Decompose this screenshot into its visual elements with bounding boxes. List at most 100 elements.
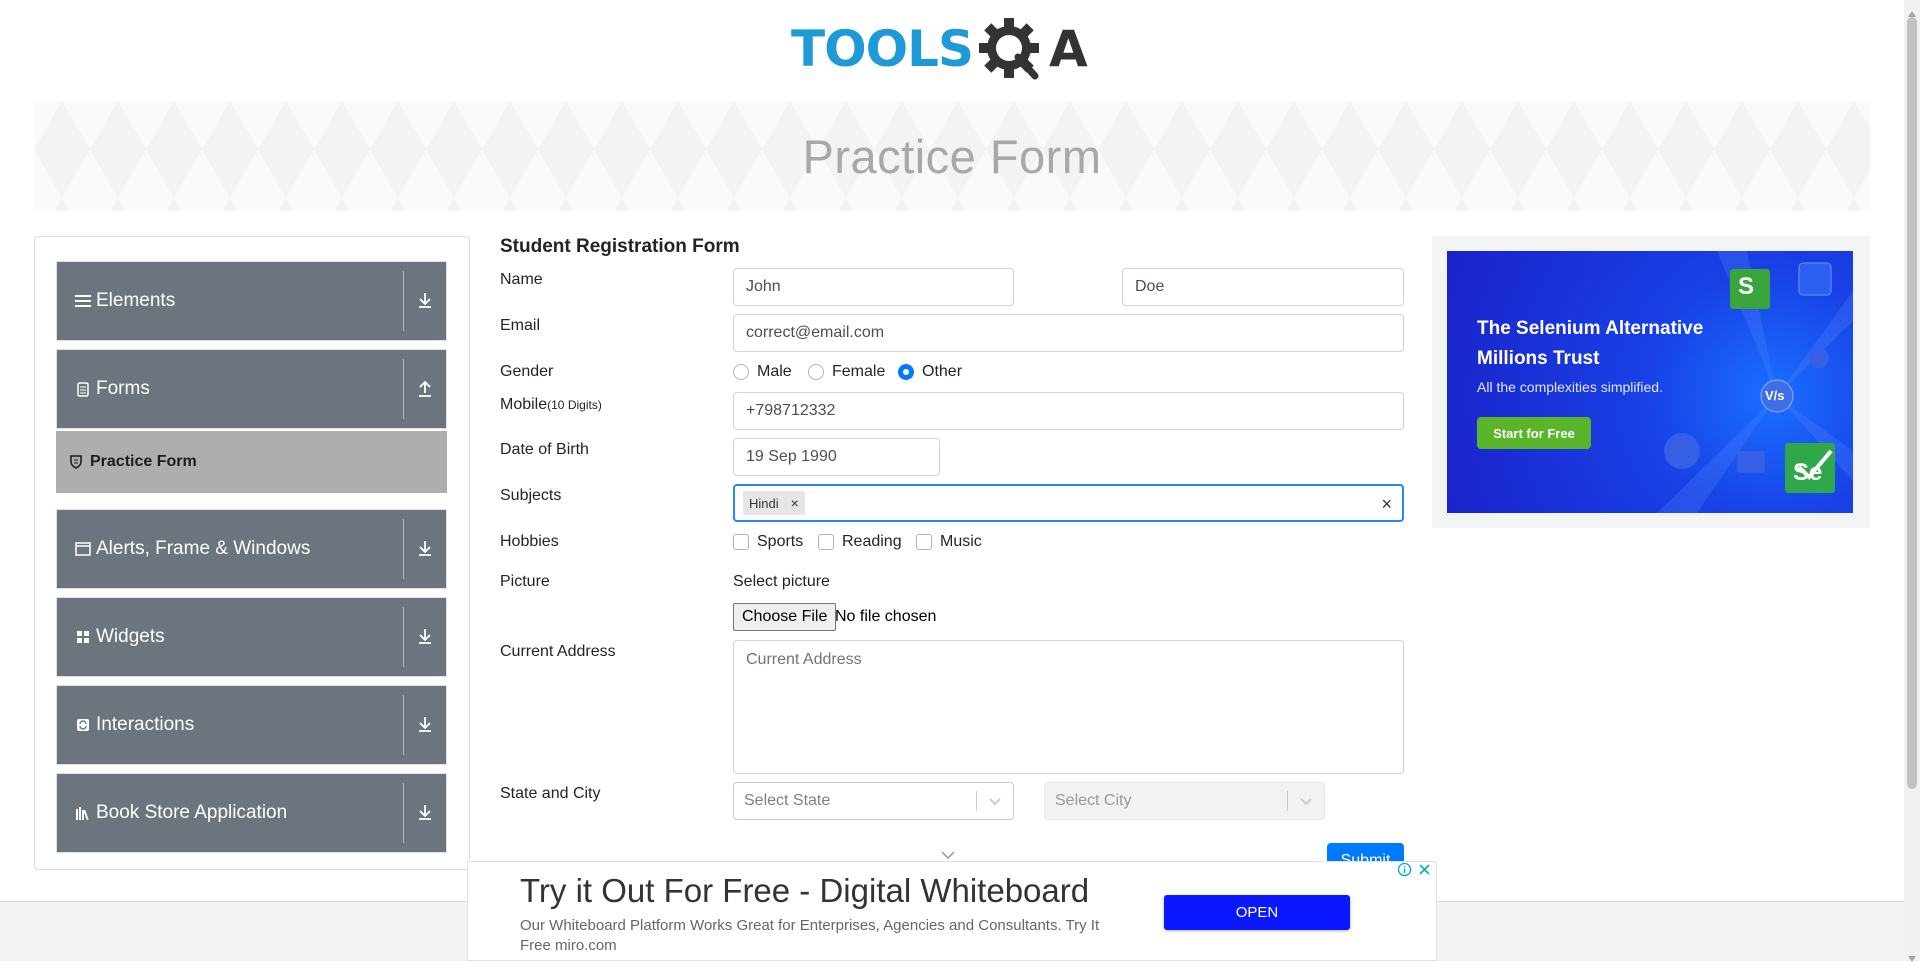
clear-subjects-icon[interactable]: × [1381, 494, 1392, 515]
download-arrow-icon[interactable] [414, 537, 436, 559]
select-picture-label: Select picture [733, 573, 830, 590]
ad-headline: The Selenium Alternative Millions Trust [1477, 318, 1704, 369]
document-icon [75, 381, 91, 397]
s-badge-text: S [1738, 273, 1755, 300]
form-title: Student Registration Form [500, 236, 740, 257]
vs-badge-text: V/s [1765, 388, 1785, 403]
select-divider [976, 791, 977, 811]
sidebar-group-forms[interactable]: Forms [56, 349, 447, 429]
se-badge-text: Se [1793, 459, 1823, 486]
file-status-text: No file chosen [835, 608, 937, 625]
shield-icon [70, 455, 82, 469]
sidebar-group-label: Elements [96, 290, 176, 311]
sidebar-item-label: Practice Form [90, 453, 197, 470]
sidebar-group-book-store[interactable]: Book Store Application [56, 773, 447, 853]
selenium-alternative-ad[interactable]: S V/s Se The Selenium Alternative Millio… [1447, 251, 1853, 513]
group-divider [403, 271, 404, 331]
current-address-textarea[interactable] [733, 640, 1404, 774]
hobbies-label: Hobbies [500, 533, 559, 550]
checkbox-box [818, 534, 834, 550]
mobile-input[interactable]: +798712332 [733, 392, 1404, 430]
hobby-label: Sports [757, 533, 804, 550]
logo-text-a: A [1049, 20, 1088, 78]
page-title: Practice Form [802, 129, 1102, 183]
city-placeholder: Select City [1055, 792, 1132, 809]
download-arrow-icon[interactable] [414, 713, 436, 735]
subjects-label: Subjects [500, 487, 562, 504]
hobby-checkbox-reading[interactable]: Reading [818, 533, 902, 551]
chevron-down-icon [987, 793, 1003, 809]
mobile-label-text: Mobile [500, 396, 548, 413]
subject-chip-label: Hindi [749, 495, 779, 511]
dob-input[interactable]: 19 Sep 1990 [733, 438, 940, 476]
group-divider [403, 695, 404, 755]
dob-label: Date of Birth [500, 441, 589, 458]
current-address-label: Current Address [500, 643, 616, 660]
hobby-checkbox-music[interactable]: Music [916, 533, 982, 551]
grid-icon [75, 629, 91, 645]
state-placeholder: Select State [744, 792, 831, 809]
sidebar-group-elements[interactable]: Elements [56, 261, 447, 341]
group-divider [403, 359, 404, 419]
radio-dot-selected [898, 364, 914, 380]
scrollbar-thumb[interactable] [1907, 17, 1917, 789]
sidebar-item-practice-form[interactable]: Practice Form [56, 431, 447, 493]
sidebar-group-label: Forms [96, 378, 150, 399]
gender-radio-other[interactable]: Other [898, 363, 962, 381]
email-label: Email [500, 317, 541, 334]
ad-close-icon[interactable] [1417, 862, 1432, 877]
gender-radio-female[interactable]: Female [808, 363, 885, 381]
subject-chip: Hindi × [743, 491, 805, 515]
mobile-label: Mobile(10 Digits) [500, 396, 602, 414]
checkbox-box [916, 534, 932, 550]
books-icon [75, 805, 91, 821]
choose-file-button[interactable]: Choose File [733, 603, 837, 631]
gear-magnifier-icon [979, 18, 1039, 80]
group-divider [403, 607, 404, 667]
sidebar-group-widgets[interactable]: Widgets [56, 597, 447, 677]
subjects-input[interactable]: Hindi × × [733, 484, 1404, 522]
scroll-up-arrow-icon[interactable] [1908, 4, 1916, 17]
sidebar-group-label: Widgets [96, 626, 165, 647]
sync-icon [75, 717, 91, 733]
first-name-input[interactable]: John [733, 268, 1014, 306]
open-button[interactable]: OPEN [1164, 895, 1350, 930]
advertisement-right: S V/s Se The Selenium Alternative Millio… [1432, 236, 1870, 528]
start-for-free-button[interactable]: Start for Free [1477, 417, 1591, 449]
hamburger-icon [75, 293, 91, 309]
chevron-down-icon [940, 848, 956, 860]
sidebar-group-label: Book Store Application [96, 802, 288, 823]
window-icon [75, 541, 91, 557]
gender-radio-male[interactable]: Male [733, 363, 792, 381]
city-select[interactable]: Select City [1044, 782, 1325, 820]
email-input[interactable]: correct@email.com [733, 314, 1404, 352]
upload-arrow-icon[interactable] [414, 377, 436, 399]
sidebar-group-interactions[interactable]: Interactions [56, 685, 447, 765]
gender-option-label: Female [832, 363, 886, 380]
state-select[interactable]: Select State [733, 782, 1014, 820]
sidebar-group-label: Alerts, Frame & Windows [96, 538, 311, 559]
ad-title: Try it Out For Free - Digital Whiteboard [520, 872, 1090, 909]
last-name-input[interactable]: Doe [1122, 268, 1404, 306]
download-arrow-icon[interactable] [414, 289, 436, 311]
scroll-down-arrow-icon[interactable] [1908, 949, 1916, 962]
chevron-down-icon [1298, 793, 1314, 809]
logo-text-tools: TOOLS [791, 20, 973, 78]
advertisement-bottom[interactable]: Try it Out For Free - Digital Whiteboard… [467, 861, 1437, 961]
ad-info-icon[interactable] [1397, 862, 1412, 877]
radio-dot [733, 364, 749, 380]
sidebar-group-alerts[interactable]: Alerts, Frame & Windows [56, 509, 447, 589]
hobby-label: Reading [842, 533, 902, 550]
page-scrollbar[interactable] [1904, 0, 1920, 962]
remove-subject-icon[interactable]: × [785, 495, 805, 511]
hobby-checkbox-sports[interactable]: Sports [733, 533, 803, 551]
mobile-hint: (10 Digits) [547, 398, 602, 412]
download-arrow-icon[interactable] [414, 801, 436, 823]
page-banner: Practice Form [34, 101, 1870, 211]
select-divider [1287, 791, 1288, 811]
gender-option-label: Other [922, 363, 963, 380]
download-arrow-icon[interactable] [414, 625, 436, 647]
checkbox-box [733, 534, 749, 550]
toolsqa-logo[interactable]: TOOLS A [791, 16, 1115, 90]
radio-dot [808, 364, 824, 380]
